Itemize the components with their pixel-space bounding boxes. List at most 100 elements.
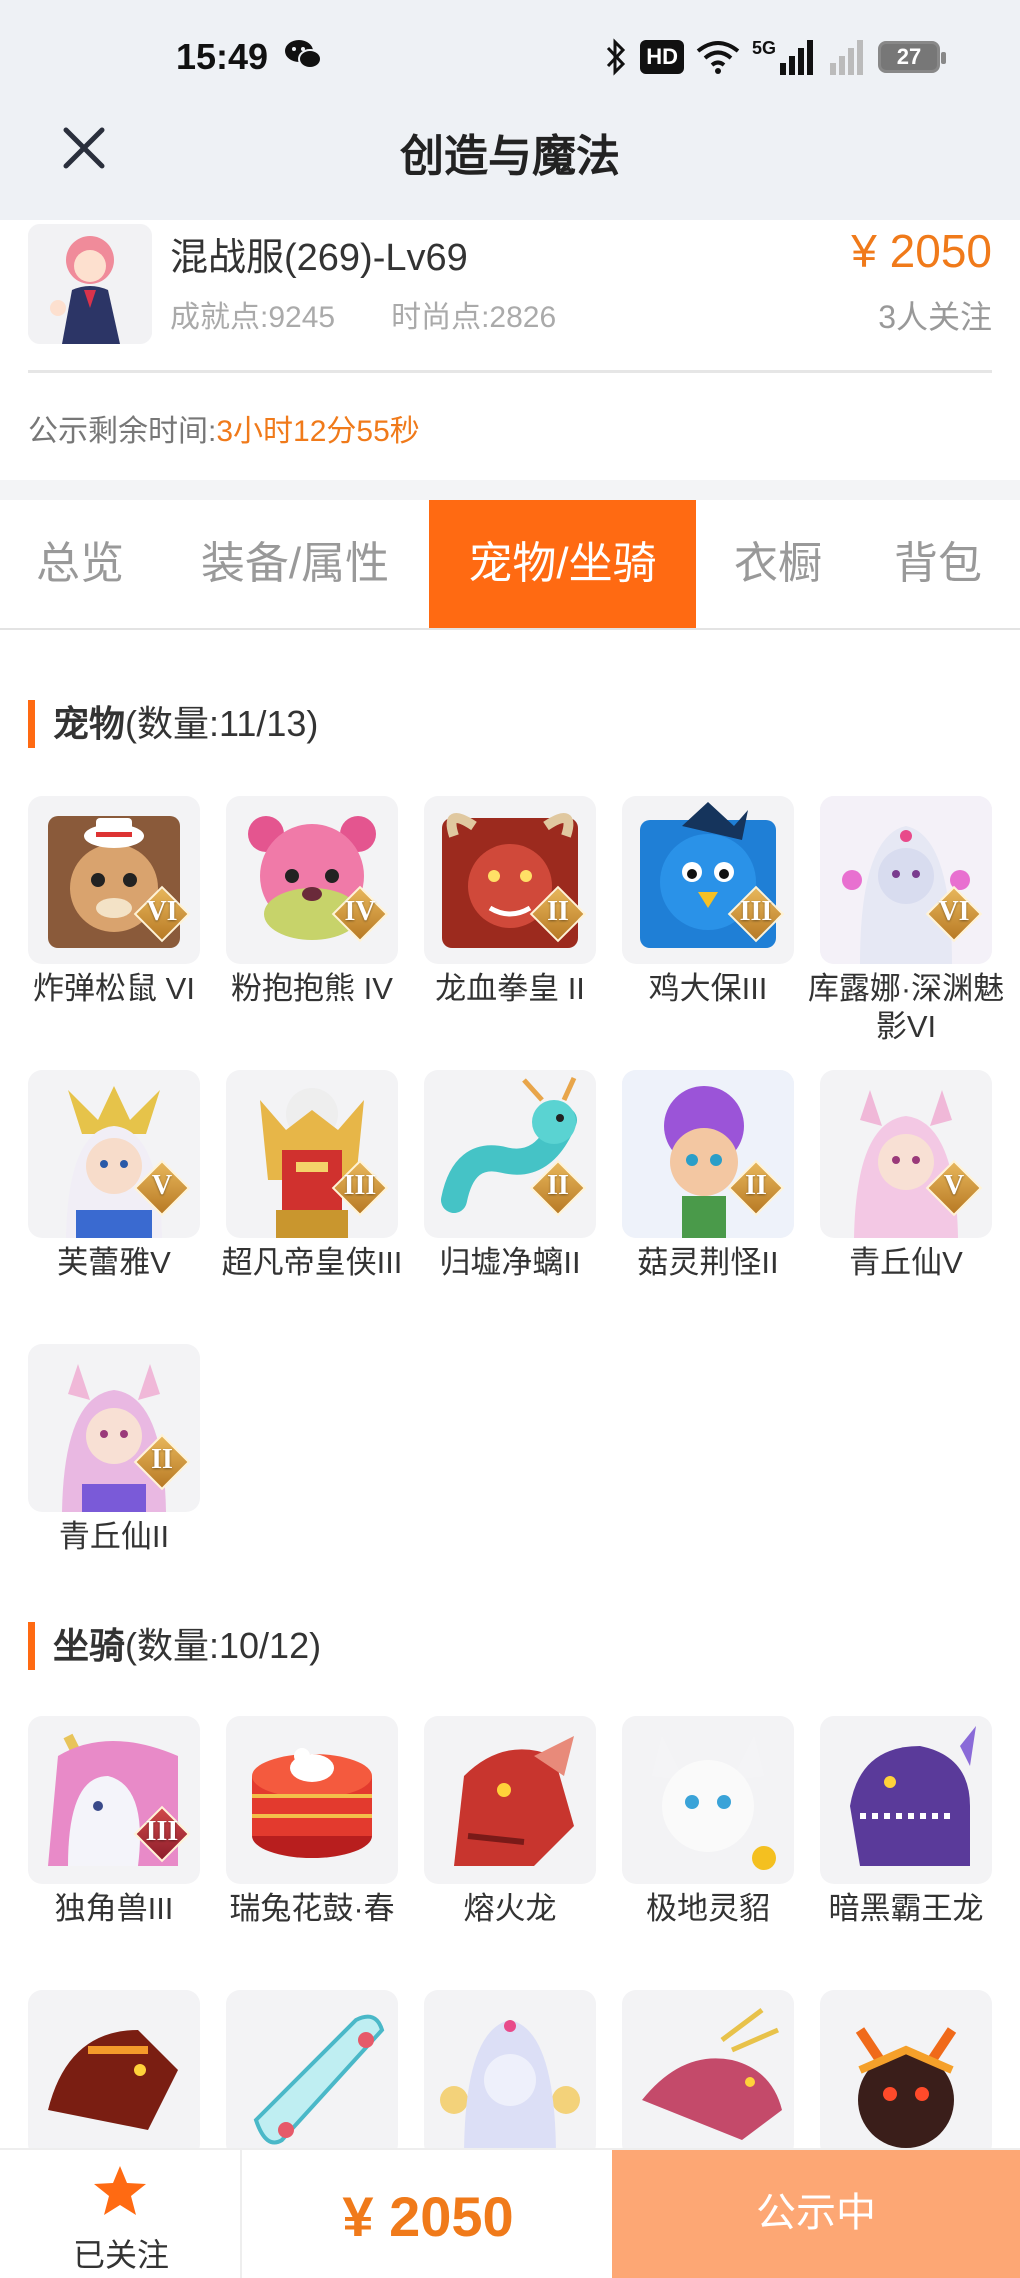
pet-image: II xyxy=(28,1344,200,1512)
mount-image xyxy=(28,1990,200,2158)
status-time: 15:49 xyxy=(176,36,269,77)
pet-name: 归墟净螭II xyxy=(439,1245,581,1280)
mount-card[interactable] xyxy=(424,1990,596,2158)
wifi-icon xyxy=(696,41,740,74)
pet-name: 粉抱抱熊 IV xyxy=(231,971,393,1006)
grade-badge: II xyxy=(133,1433,191,1491)
mount-card[interactable]: 极地灵貂 xyxy=(622,1716,794,1928)
grade-badge: III xyxy=(133,1805,191,1863)
pet-card[interactable]: III 鸡大保III xyxy=(622,796,794,1008)
follow-button[interactable]: 已关注 xyxy=(0,2150,242,2278)
app-header: 创造与魔法 xyxy=(0,110,1020,190)
top-bar: 15:49 HD 5G 27 创造与魔法 xyxy=(0,0,1020,220)
mount-card[interactable]: 熔火龙 xyxy=(424,1716,596,1928)
countdown-value: 3小时12分55秒 xyxy=(216,415,420,448)
mount-image xyxy=(820,1990,992,2158)
pet-card[interactable]: VI 炸弹松鼠 VI xyxy=(28,796,200,1008)
bottom-action-bar: 已关注 ¥ 2050 公示中 xyxy=(0,2148,1020,2278)
tab-pets-mounts[interactable]: 宠物/坐骑 xyxy=(429,500,696,628)
countdown-label: 公示剩余时间: xyxy=(28,415,217,448)
account-summary: 混战服(269)-Lv69 成就点:9245 时尚点:2826 ¥ 2050 3人… xyxy=(0,220,1020,480)
grade-badge: V xyxy=(133,1159,191,1217)
grade-badge: II xyxy=(529,885,587,943)
mounts-title: 坐骑 xyxy=(53,1625,126,1666)
network-label: 5G xyxy=(751,37,776,58)
pet-image: III xyxy=(226,1070,398,1238)
follower-count: 3人关注 xyxy=(878,299,992,335)
tab-backpack[interactable]: 背包 xyxy=(866,500,1010,628)
pet-card[interactable]: II 龙血拳皇 II xyxy=(424,796,596,1008)
grade-badge: VI xyxy=(925,885,983,943)
pet-image: V xyxy=(820,1070,992,1238)
pet-image: VI xyxy=(28,796,200,964)
pet-image: II xyxy=(424,1070,596,1238)
page-title: 创造与魔法 xyxy=(400,132,620,181)
pet-name: 库露娜·深渊魅影VI xyxy=(807,971,1005,1044)
tab-bar: 总览 装备/属性 宠物/坐骑 衣橱 背包 xyxy=(0,500,1020,630)
bottom-price: ¥ 2050 xyxy=(342,2185,514,2248)
pet-name: 芙蕾雅V xyxy=(57,1245,171,1280)
pet-name: 超凡帝皇侠III xyxy=(221,1245,403,1280)
mount-card[interactable]: III 独角兽III xyxy=(28,1716,200,1928)
hd-badge: HD xyxy=(640,40,684,74)
divider xyxy=(28,370,992,373)
mount-image xyxy=(622,1716,794,1884)
pet-name: 炸弹松鼠 VI xyxy=(33,971,195,1006)
mount-image: III xyxy=(28,1716,200,1884)
mount-name: 瑞兔花鼓·春 xyxy=(229,1891,395,1926)
mount-image xyxy=(226,1990,398,2158)
mount-name: 独角兽III xyxy=(54,1891,174,1926)
mount-card[interactable] xyxy=(820,1990,992,2158)
mount-card[interactable]: 暗黑霸王龙 xyxy=(820,1716,992,1928)
mount-name: 极地灵貂 xyxy=(646,1891,770,1926)
mount-card[interactable] xyxy=(28,1990,200,2158)
pet-image: II xyxy=(424,796,596,964)
tab-equipment[interactable]: 装备/属性 xyxy=(180,500,410,628)
mount-card[interactable]: 瑞兔花鼓·春 xyxy=(226,1716,398,1928)
pets-title: 宠物 xyxy=(53,703,126,744)
signal-icon xyxy=(780,40,813,75)
mounts-section-title: 坐骑(数量:10/12) xyxy=(28,1622,321,1670)
mount-card[interactable] xyxy=(622,1990,794,2158)
pet-card[interactable]: V 青丘仙V xyxy=(820,1070,992,1282)
star-icon xyxy=(94,2166,146,2215)
pet-image: V xyxy=(28,1070,200,1238)
grade-badge: VI xyxy=(133,885,191,943)
pets-count: (数量:11/13) xyxy=(125,703,319,744)
mount-image xyxy=(424,1990,596,2158)
tab-wardrobe[interactable]: 衣橱 xyxy=(710,500,846,628)
section-gap xyxy=(0,480,1020,500)
mount-card[interactable] xyxy=(226,1990,398,2158)
pet-card[interactable]: II 菇灵荆怪II xyxy=(622,1070,794,1282)
grade-badge: V xyxy=(925,1159,983,1217)
listing-price: ¥ 2050 xyxy=(851,225,992,277)
mounts-count: (数量:10/12) xyxy=(125,1625,322,1666)
grade-badge: II xyxy=(529,1159,587,1217)
status-icons: HD 5G 27 xyxy=(604,34,946,80)
pet-name: 龙血拳皇 II xyxy=(435,971,585,1006)
points-row: 成就点:9245 时尚点:2826 xyxy=(170,292,556,336)
pet-image: III xyxy=(622,796,794,964)
pet-name: 青丘仙II xyxy=(58,1519,170,1554)
mount-image xyxy=(820,1716,992,1884)
status-bar: 15:49 HD 5G 27 xyxy=(0,28,1020,88)
pet-card[interactable]: IV 粉抱抱熊 IV xyxy=(226,796,398,1008)
pet-image: II xyxy=(622,1070,794,1238)
pet-image: VI xyxy=(820,796,992,964)
grade-badge: II xyxy=(727,1159,785,1217)
follow-label: 已关注 xyxy=(72,2237,169,2273)
pet-name: 鸡大保III xyxy=(648,971,768,1006)
grade-badge: IV xyxy=(331,885,389,943)
pet-card[interactable]: V 芙蕾雅V xyxy=(28,1070,200,1282)
mount-name: 熔火龙 xyxy=(463,1891,557,1926)
pet-card[interactable]: III 超凡帝皇侠III xyxy=(222,1070,402,1282)
publicity-status-button[interactable]: 公示中 xyxy=(612,2150,1020,2278)
avatar xyxy=(28,224,152,344)
pet-card[interactable]: II 青丘仙II xyxy=(28,1344,200,1556)
battery-icon: 27 xyxy=(878,41,946,73)
signal-2-icon xyxy=(830,40,863,75)
tab-overview[interactable]: 总览 xyxy=(0,500,160,628)
pet-card[interactable]: VI 库露娜·深渊魅影VI xyxy=(808,796,1004,1046)
pets-section-title: 宠物(数量:11/13) xyxy=(28,700,318,748)
pet-card[interactable]: II 归墟净螭II xyxy=(424,1070,596,1282)
